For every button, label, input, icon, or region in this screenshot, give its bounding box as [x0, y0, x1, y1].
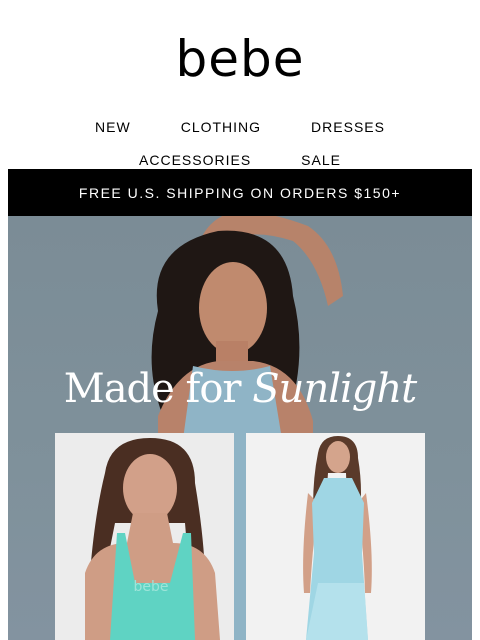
turquoise-tank-top-photo: bebe — [85, 438, 220, 640]
nav-link-dresses[interactable]: DRESSES — [311, 119, 385, 135]
nav-link-accessories[interactable]: ACCESSORIES — [139, 152, 251, 168]
shipping-banner[interactable]: FREE U.S. SHIPPING ON ORDERS $150+ — [8, 169, 472, 216]
product-card-dress[interactable] — [246, 433, 425, 640]
headline-italic: Sunlight — [252, 366, 417, 412]
nav-row-1: NEW CLOTHING DRESSES — [0, 115, 480, 139]
hero-headline: Made for Sunlight — [8, 366, 472, 412]
bebe-logo[interactable]: bebe — [176, 34, 305, 84]
shipping-banner-text: FREE U.S. SHIPPING ON ORDERS $150+ — [78, 184, 402, 201]
hero-banner[interactable]: Made for Sunlight bebe — [8, 216, 472, 640]
main-nav: NEW CLOTHING DRESSES ACCESSORIES SALE — [0, 115, 480, 172]
nav-link-clothing[interactable]: CLOTHING — [181, 119, 261, 135]
nav-link-sale[interactable]: SALE — [301, 152, 341, 168]
tank-logo: bebe — [134, 579, 169, 595]
product-card-tank[interactable]: bebe — [55, 433, 234, 640]
nav-link-new[interactable]: NEW — [95, 119, 131, 135]
blue-lace-maxi-dress-photo — [303, 436, 372, 640]
headline-regular: Made for — [63, 366, 242, 412]
logo-header: bebe — [0, 0, 480, 106]
